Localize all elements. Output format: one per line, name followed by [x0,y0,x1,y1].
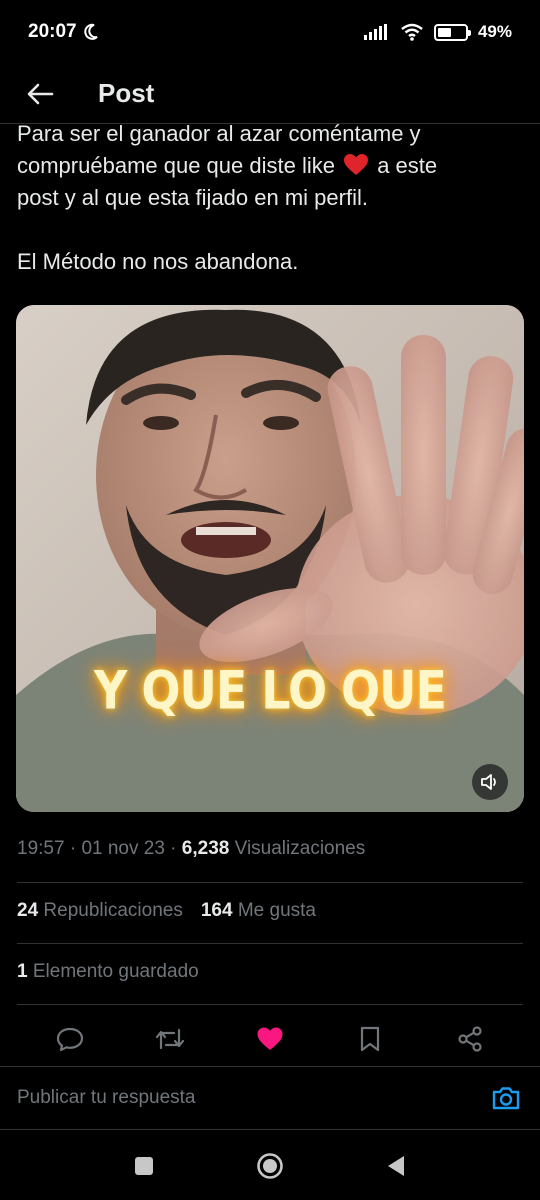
video-caption: Y QUE LO QUE [94,658,447,722]
reposts-stat[interactable]: 24 Republicaciones [17,900,183,922]
system-navigation-bar [0,1132,540,1200]
mute-button[interactable] [472,764,508,800]
post-body: Para ser el ganador al azar coméntame y … [17,118,523,278]
likes-stat[interactable]: 164 Me gusta [201,900,316,922]
divider [17,943,523,944]
heart-filled-icon [257,1027,283,1050]
bookmarks-label: Elemento guardado [27,961,199,982]
battery-icon [433,23,471,41]
likes-count: 164 [200,900,233,921]
battery-percent: 49% [477,22,512,41]
post-date: 01 nov 23 [81,838,165,859]
video-player[interactable]: Y QUE LO QUE [16,305,524,812]
repost-icon [155,1028,185,1050]
status-right: 49% [363,22,512,42]
battery-fill [437,27,451,37]
triangle-left-icon [388,1156,404,1176]
signal-icon [363,24,387,40]
moon-icon [83,23,98,40]
engagement-stats: 24 Republicaciones 164 Me gusta [17,900,316,922]
bookmarks-count: 1 [17,961,28,982]
post-line-3: post y al que esta fijado en mi perfil. [17,185,368,210]
meta-separator: · [164,838,182,859]
bookmark-button[interactable] [347,1016,393,1062]
post-line-1: Para ser el ganador al azar coméntame y [17,121,421,146]
bookmarks-stat[interactable]: 1 Elemento guardado [17,961,199,983]
action-bar [0,1016,540,1062]
reply-button[interactable] [47,1016,93,1062]
post-line-2-end: a este [371,153,438,178]
page-title: Post [98,78,155,108]
wifi-icon [401,23,423,41]
status-left: 20:07 [28,21,99,43]
post-metadata: 19:57 · 01 nov 23 · 6,238 Visualizacione… [17,838,365,860]
red-heart-emoji-icon [344,154,369,175]
camera-button[interactable] [489,1081,523,1115]
camera-icon [492,1087,520,1110]
speech-bubble-icon [56,1027,84,1052]
arrow-left-icon [27,83,54,104]
share-button[interactable] [447,1016,493,1062]
views-count: 6,238 [181,838,230,859]
repost-button[interactable] [147,1016,193,1062]
home-button[interactable] [250,1146,290,1186]
back-nav-button[interactable] [376,1146,416,1186]
reply-input[interactable] [17,1087,457,1109]
video-frame-image [16,305,524,812]
reposts-count: 24 [17,900,39,921]
status-time: 20:07 [28,21,77,42]
reposts-label: Republicaciones [38,900,183,921]
post-time: 19:57 [17,838,65,859]
share-icon [458,1026,482,1052]
post-line-5: El Método no nos abandona. [17,249,299,274]
square-icon [135,1157,153,1175]
speaker-icon [481,774,496,790]
divider [17,882,523,883]
likes-label: Me gusta [232,900,316,921]
like-button[interactable] [247,1016,293,1062]
views-label[interactable]: Visualizaciones [229,838,366,859]
reply-composer [0,1066,540,1130]
recents-button[interactable] [124,1146,164,1186]
meta-separator: · [64,838,82,859]
divider [17,1004,523,1005]
bookmark-icon [360,1026,380,1052]
top-app-bar: Post [0,64,540,124]
circle-icon [257,1153,283,1179]
back-button[interactable] [20,74,60,114]
post-line-2-start: compruébame que que diste like [17,153,342,178]
status-bar: 20:07 49% [0,0,540,64]
